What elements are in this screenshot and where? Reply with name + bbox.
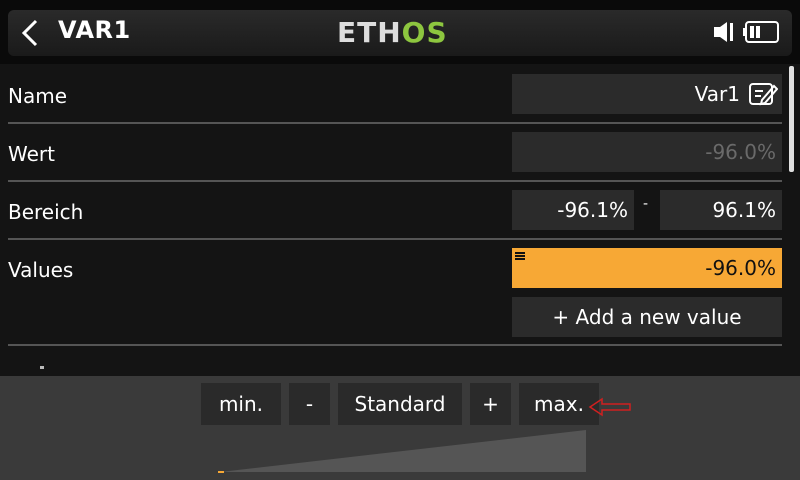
values-value: -96.0% (705, 256, 776, 280)
row-separator (8, 238, 782, 240)
values-field[interactable]: -96.0% (512, 248, 782, 288)
decrement-button[interactable]: - (289, 383, 330, 425)
wert-field: -96.0% (512, 132, 782, 172)
scrollbar[interactable] (789, 66, 794, 172)
edit-icon (749, 83, 778, 106)
value-curve-graph (218, 430, 586, 473)
ethos-logo: ETHOS (337, 16, 448, 49)
standard-button[interactable]: Standard (338, 383, 462, 425)
wert-label: Wert (8, 142, 55, 166)
row-separator (8, 122, 782, 124)
header-status-icons (712, 20, 782, 44)
range-dash: - (643, 196, 649, 212)
bereich-max-field[interactable]: 96.1% (660, 190, 782, 230)
max-button[interactable]: max. (519, 383, 599, 425)
increment-button[interactable]: + (470, 383, 511, 425)
speaker-icon[interactable] (712, 20, 736, 44)
back-button[interactable] (12, 12, 48, 54)
row-separator (8, 344, 782, 346)
partial-next-row-text (40, 366, 44, 369)
name-label: Name (8, 84, 68, 108)
bereich-min-field[interactable]: -96.1% (512, 190, 634, 230)
drag-handle-icon (515, 252, 525, 260)
header-bar: VAR1 ETHOS (0, 0, 800, 64)
name-value: Var1 (694, 82, 740, 106)
bereich-label: Bereich (8, 200, 84, 224)
name-field[interactable]: Var1 (512, 74, 782, 114)
add-value-button[interactable]: + Add a new value (512, 297, 782, 337)
values-label: Values (8, 258, 74, 282)
annotation-arrow-icon (588, 397, 631, 417)
battery-icon[interactable] (742, 20, 782, 44)
row-separator (8, 180, 782, 182)
page-title: VAR1 (58, 16, 131, 44)
back-chevron-icon (21, 19, 38, 47)
min-button[interactable]: min. (201, 383, 281, 425)
